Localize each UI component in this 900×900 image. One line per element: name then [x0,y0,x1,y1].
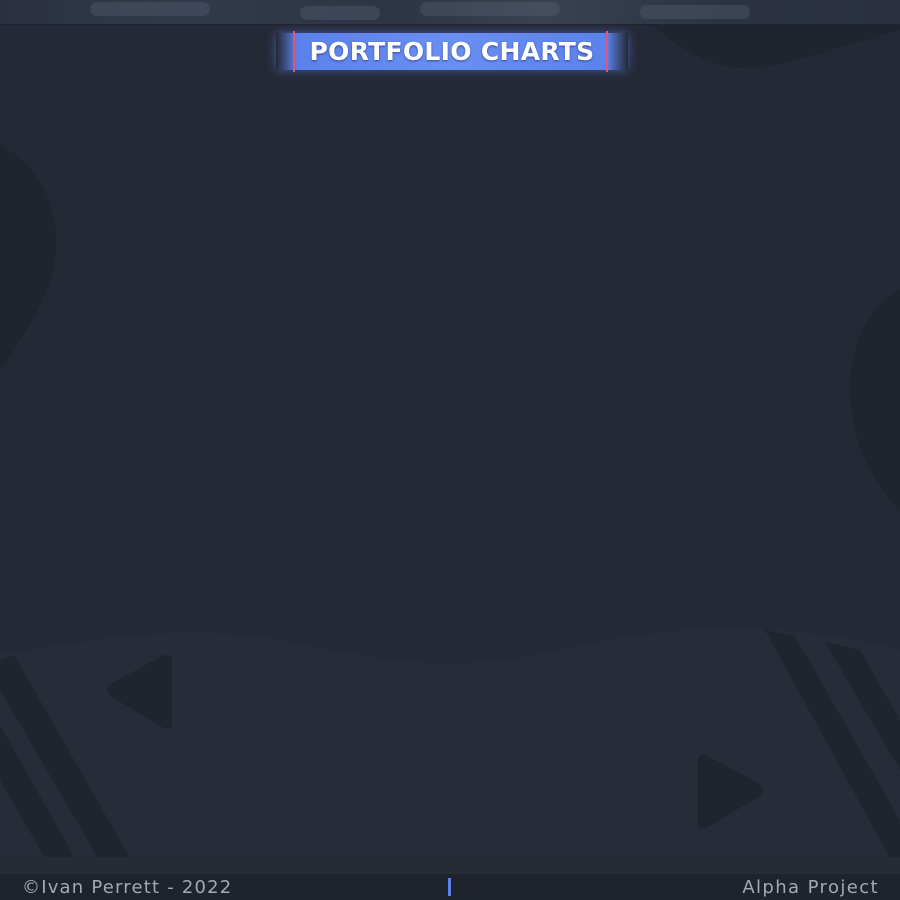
banner-edge-left [293,31,295,72]
footer-edge [0,857,900,874]
background-decoration [0,24,900,858]
footer-divider [448,878,451,896]
project-name: Alpha Project [742,877,879,898]
page-title-banner: PORTFOLIO CHARTS [276,31,628,72]
page-title: PORTFOLIO CHARTS [309,37,595,66]
portfolio-page: PORTFOLIO CHARTS ©Ivan Perrett - 2022 Al… [0,0,900,900]
copyright-text: ©Ivan Perrett - 2022 [22,877,233,898]
banner-edge-right [606,31,608,72]
footer: ©Ivan Perrett - 2022 Alpha Project [0,874,900,900]
